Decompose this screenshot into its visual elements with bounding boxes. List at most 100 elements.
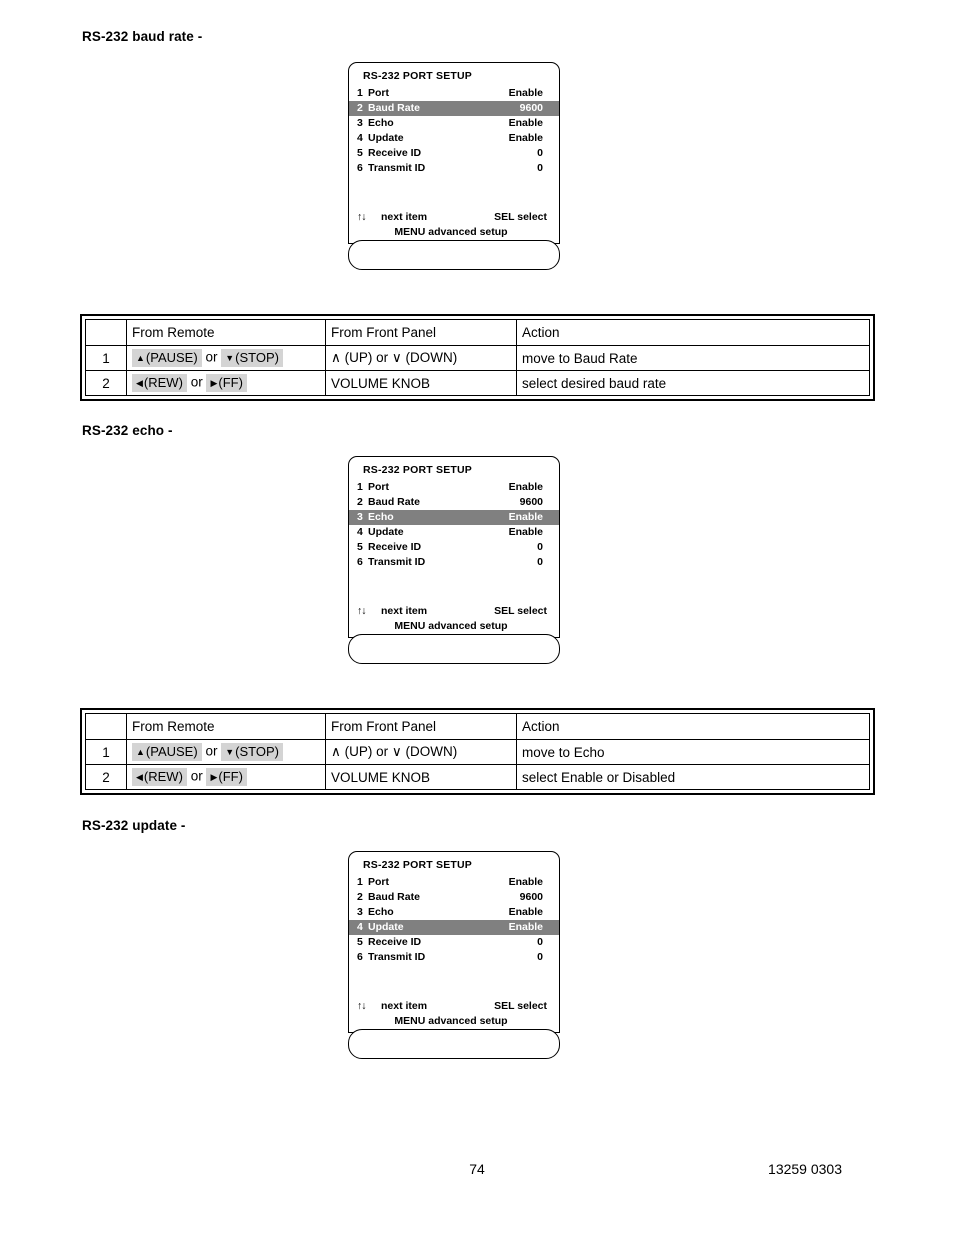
lcd-menu-row[interactable]: 3 Echo Enable: [349, 905, 559, 920]
row-number: 5: [357, 147, 363, 159]
row-front-panel: VOLUME KNOB: [325, 370, 517, 396]
row-label: Update: [368, 132, 404, 144]
header-index: [85, 713, 127, 740]
row-remote-keys: (PAUSE) or (STOP): [126, 739, 326, 765]
lcd-footer: ↑↓ next item SEL select MENU advanced se…: [349, 999, 559, 1032]
ff-key[interactable]: (FF): [206, 768, 247, 786]
row-number: 4: [357, 132, 363, 144]
row-number: 6: [357, 162, 363, 174]
row-label: Echo: [368, 511, 394, 523]
lcd-title: RS-232 PORT SETUP: [363, 859, 473, 871]
lcd-menu-row[interactable]: 1 Port Enable: [349, 480, 559, 495]
row-index: 2: [85, 764, 127, 790]
row-value: Enable: [508, 526, 543, 538]
row-number: 2: [357, 891, 363, 903]
row-label: Transmit ID: [368, 556, 426, 568]
up-down-arrows-icon: ↑↓: [357, 605, 367, 617]
section-heading-update: RS-232 update -: [82, 818, 186, 833]
lcd-menu-row-selected[interactable]: 2 Baud Rate 9600: [349, 101, 559, 116]
row-number: 3: [357, 117, 363, 129]
row-label: Receive ID: [368, 147, 422, 159]
lcd-menu-row-selected[interactable]: 4 Update Enable: [349, 920, 559, 935]
stop-key[interactable]: (STOP): [221, 349, 283, 367]
sel-select-label: SEL select: [494, 605, 547, 617]
row-front-panel: ∧ (UP) or ∨ (DOWN): [325, 345, 517, 371]
lcd-menu-row-selected[interactable]: 3 Echo Enable: [349, 510, 559, 525]
sel-select-label: SEL select: [494, 1000, 547, 1012]
row-number: 6: [357, 951, 363, 963]
key-separator: or: [205, 349, 218, 365]
lcd-menu-row[interactable]: 6 Transmit ID 0: [349, 161, 559, 176]
row-label: Receive ID: [368, 541, 422, 553]
table-row: 1 (PAUSE) or (STOP) ∧ (UP) or ∨ (DOWN) m…: [85, 739, 870, 765]
lcd-title: RS-232 PORT SETUP: [363, 70, 473, 82]
table-row: 2 (REW) or (FF) VOLUME KNOB select Enabl…: [85, 764, 870, 790]
header-from-remote: From Remote: [126, 319, 326, 346]
row-index: 1: [85, 345, 127, 371]
key-separator: or: [205, 743, 218, 759]
table-row: 1 (PAUSE) or (STOP) ∧ (UP) or ∨ (DOWN) m…: [85, 345, 870, 371]
lcd-menu-row[interactable]: 1 Port Enable: [349, 86, 559, 101]
row-label: Echo: [368, 117, 394, 129]
rew-key[interactable]: (REW): [132, 374, 187, 392]
stop-key[interactable]: (STOP): [221, 743, 283, 761]
row-action: select desired baud rate: [516, 370, 870, 396]
row-front-panel: ∧ (UP) or ∨ (DOWN): [325, 739, 517, 765]
row-value: 0: [537, 556, 543, 568]
lcd-menu-row[interactable]: 6 Transmit ID 0: [349, 555, 559, 570]
header-from-remote: From Remote: [126, 713, 326, 740]
row-remote-keys: (PAUSE) or (STOP): [126, 345, 326, 371]
row-number: 4: [357, 921, 363, 933]
lcd-menu-row[interactable]: 2 Baud Rate 9600: [349, 890, 559, 905]
up-down-arrows-icon: ↑↓: [357, 1000, 367, 1012]
section-heading-baud-rate: RS-232 baud rate -: [82, 29, 203, 44]
row-value: 0: [537, 147, 543, 159]
pause-key[interactable]: (PAUSE): [132, 743, 202, 761]
lcd-display-echo: RS-232 PORT SETUP 1 Port Enable 2 Baud R…: [348, 456, 560, 638]
rew-key[interactable]: (REW): [132, 768, 187, 786]
next-item-label: next item: [381, 605, 428, 617]
row-value: Enable: [508, 132, 543, 144]
header-from-front-panel: From Front Panel: [325, 319, 517, 346]
row-label: Transmit ID: [368, 162, 426, 174]
lcd-menu-row[interactable]: 6 Transmit ID 0: [349, 950, 559, 965]
row-action: move to Echo: [516, 739, 870, 765]
lcd-menu-row[interactable]: 2 Baud Rate 9600: [349, 495, 559, 510]
row-label: Port: [368, 876, 389, 888]
lcd-menu-row[interactable]: 5 Receive ID 0: [349, 540, 559, 555]
row-value: Enable: [508, 87, 543, 99]
row-label: Baud Rate: [368, 891, 420, 903]
pause-key[interactable]: (PAUSE): [132, 349, 202, 367]
row-number: 3: [357, 906, 363, 918]
next-item-label: next item: [381, 211, 428, 223]
lcd-menu-row[interactable]: 3 Echo Enable: [349, 116, 559, 131]
lcd-base-bar: [348, 1029, 560, 1059]
row-value: 0: [537, 162, 543, 174]
lcd-menu-row[interactable]: 5 Receive ID 0: [349, 146, 559, 161]
row-value: Enable: [508, 906, 543, 918]
lcd-title: RS-232 PORT SETUP: [363, 464, 473, 476]
row-label: Transmit ID: [368, 951, 426, 963]
row-value: Enable: [508, 117, 543, 129]
lcd-menu-row[interactable]: 4 Update Enable: [349, 131, 559, 146]
row-value: 0: [537, 541, 543, 553]
ff-key[interactable]: (FF): [206, 374, 247, 392]
row-label: Echo: [368, 906, 394, 918]
row-value: Enable: [508, 876, 543, 888]
key-separator: or: [190, 374, 203, 390]
row-number: 1: [357, 481, 363, 493]
lcd-menu-row[interactable]: 4 Update Enable: [349, 525, 559, 540]
document-code: 13259 0303: [768, 1161, 842, 1177]
row-number: 5: [357, 541, 363, 553]
row-label: Port: [368, 481, 389, 493]
table-row: 2 (REW) or (FF) VOLUME KNOB select desir…: [85, 370, 870, 396]
row-value: 9600: [519, 496, 543, 508]
lcd-display-baud-rate: RS-232 PORT SETUP 1 Port Enable 2 Baud R…: [348, 62, 560, 244]
sel-select-label: SEL select: [494, 211, 547, 223]
header-index: [85, 319, 127, 346]
key-separator: or: [190, 768, 203, 784]
lcd-menu-row[interactable]: 5 Receive ID 0: [349, 935, 559, 950]
lcd-menu-row[interactable]: 1 Port Enable: [349, 875, 559, 890]
lcd-spacer: [349, 965, 559, 999]
row-remote-keys: (REW) or (FF): [126, 370, 326, 396]
